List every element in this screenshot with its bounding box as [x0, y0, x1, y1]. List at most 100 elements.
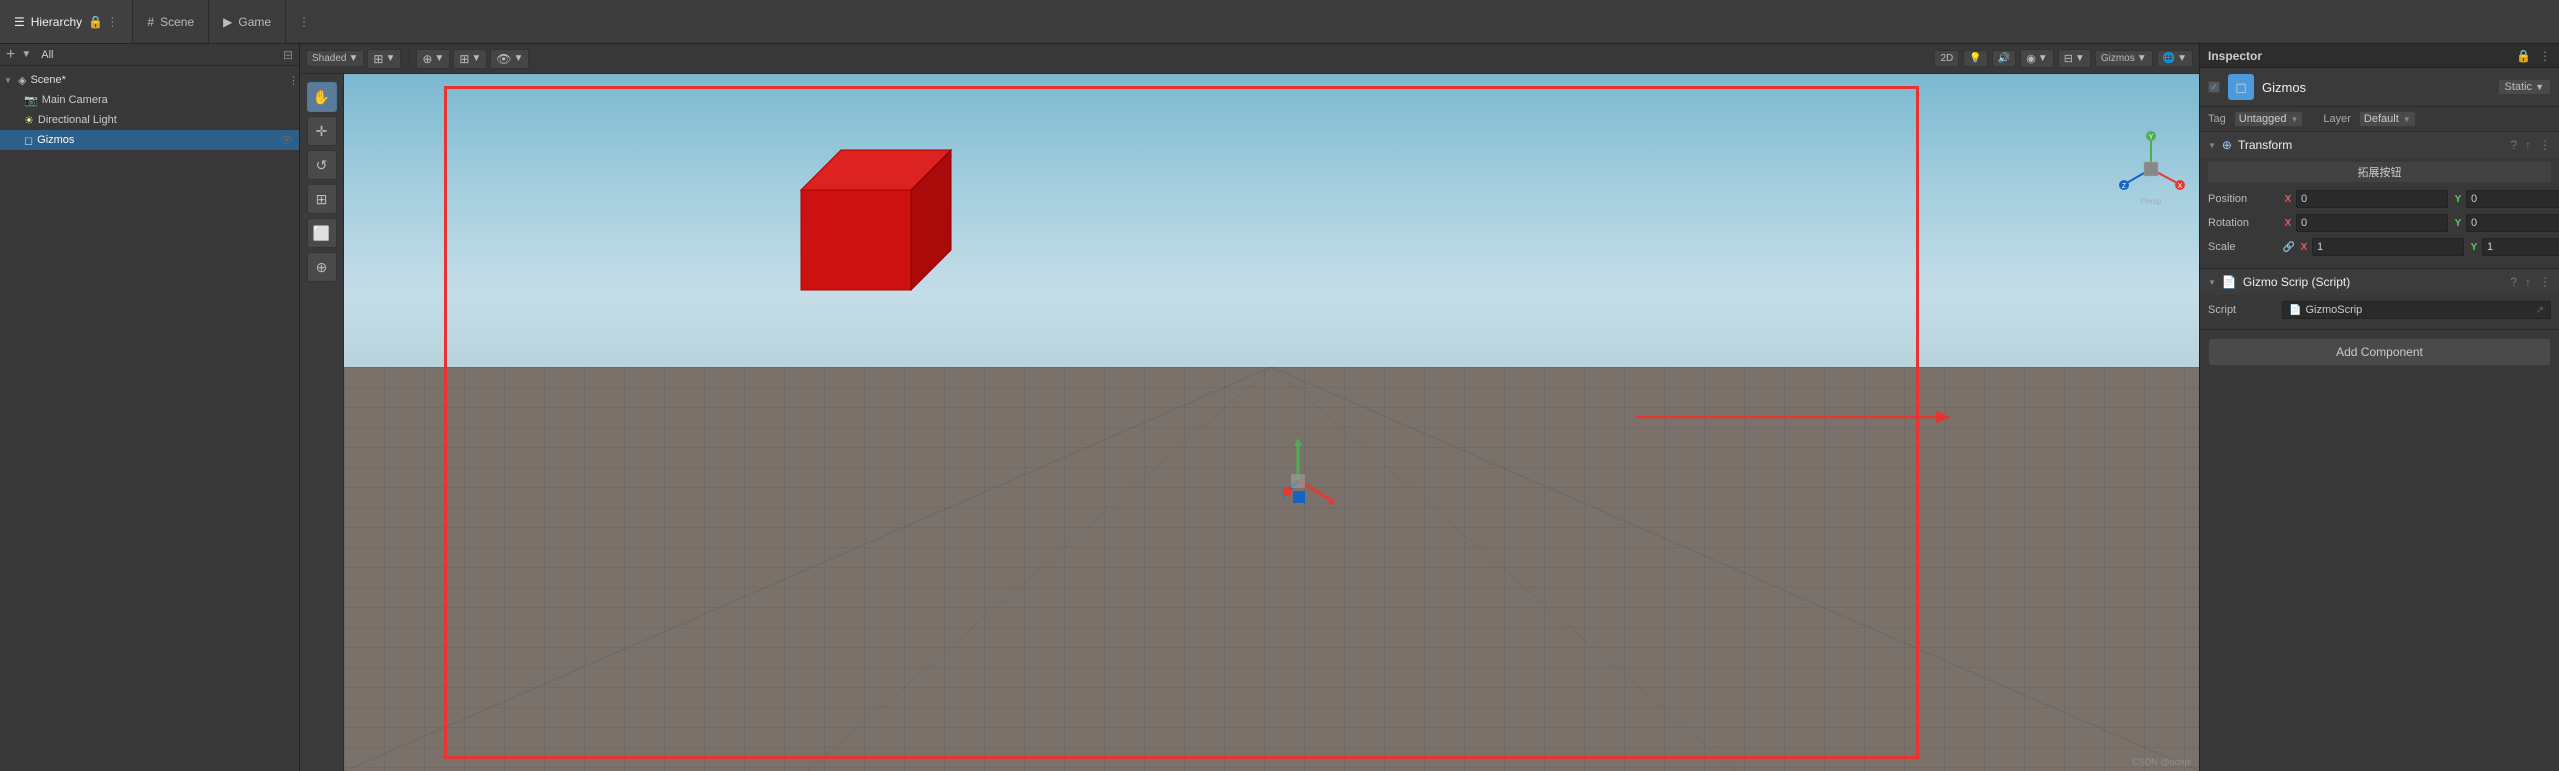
hierarchy-tab-label: Hierarchy: [31, 15, 82, 29]
tag-label: Tag: [2208, 113, 2226, 125]
vis-icon: 👁: [496, 52, 511, 66]
tag-layer-row: Tag Untagged ▼ Layer Default ▼: [2200, 107, 2559, 132]
scene-options[interactable]: ⋮: [288, 74, 299, 87]
scene-tab-icon: #: [147, 15, 154, 29]
script-link-icon[interactable]: ↗: [2536, 305, 2544, 316]
hierarchy-all-label: All: [37, 49, 57, 61]
static-dropdown[interactable]: Static ▼: [2498, 79, 2552, 95]
gizmos-label: Gizmos: [37, 134, 74, 146]
tab-scene[interactable]: # Scene: [133, 0, 209, 43]
transform-component: ▼ ⊕ Transform ? ↑ ⋮ 拓展按钮 Position X: [2200, 132, 2559, 269]
tab-game[interactable]: ▶ Game: [209, 0, 286, 43]
object-active-checkbox[interactable]: ✓: [2208, 81, 2220, 93]
scale-y-field: Y: [2468, 238, 2559, 256]
position-row: Position X Y Z: [2208, 188, 2551, 210]
tree-item-main-camera[interactable]: 📷 Main Camera: [0, 90, 299, 110]
rot-y-input[interactable]: [2466, 214, 2559, 232]
scene-dots-menu[interactable]: ⋮: [286, 15, 322, 29]
move-tool[interactable]: ✛: [307, 116, 337, 146]
effects-btn[interactable]: ◉ ▼: [2020, 49, 2054, 68]
inspector-title: Inspector: [2208, 49, 2262, 63]
tree-item-scene[interactable]: ▼ ◈ Scene* ⋮: [0, 70, 299, 90]
main-camera-label: Main Camera: [42, 94, 108, 106]
shaded-arrow: ▼: [348, 53, 358, 64]
gizmo-script-body: Script 📄 GizmoScrip ↗: [2200, 295, 2559, 329]
inspector-dots-menu[interactable]: ⋮: [2539, 49, 2551, 63]
scale-row: Scale 🔗 X Y Z: [2208, 236, 2551, 258]
rot-x-input[interactable]: [2296, 214, 2448, 232]
layer-dropdown[interactable]: Default ▼: [2359, 111, 2416, 127]
gizmo-help-icon[interactable]: ?: [2510, 275, 2517, 289]
rotate-tool[interactable]: ↺: [307, 150, 337, 180]
add-component-label: Add Component: [2336, 345, 2423, 359]
gizmo-script-title: Gizmo Scrip (Script): [2243, 275, 2504, 289]
scale-label: Scale: [2208, 241, 2278, 253]
shaded-dropdown[interactable]: Shaded ▼: [306, 50, 364, 67]
rect-tool[interactable]: ⬜: [307, 218, 337, 248]
tree-item-gizmos[interactable]: ◻ Gizmos 👁: [0, 130, 299, 150]
gizmos-toggle-arrow: ▼: [2137, 53, 2147, 64]
audio-icon: 🔊: [1998, 53, 2010, 64]
scene-options-dropdown[interactable]: ⊞ ▼: [367, 49, 401, 69]
add-component-button[interactable]: Add Component: [2208, 338, 2551, 366]
gizmos-toggle[interactable]: Gizmos ▼: [2095, 50, 2153, 67]
scene-content[interactable]: Y X Z Persp: [344, 74, 2199, 771]
main-layout: + ▼ All ⊟ ▼ ◈ Scene* ⋮ 📷 Main Camera ☀ D…: [0, 44, 2559, 771]
inspector-lock-icon[interactable]: 🔒: [2516, 49, 2531, 63]
grid-svg: [344, 367, 2199, 771]
tag-dropdown[interactable]: Untagged ▼: [2234, 111, 2304, 127]
transform-title: Transform: [2238, 138, 2504, 152]
tree-item-directional-light[interactable]: ☀ Directional Light: [0, 110, 299, 130]
scene-opt-arrow: ▼: [385, 53, 395, 64]
scale-tool[interactable]: ⊞: [307, 184, 337, 214]
visibility-icon[interactable]: 👁: [280, 135, 293, 146]
hand-tool[interactable]: ✋: [307, 82, 337, 112]
gizmo-up-icon[interactable]: ↑: [2525, 275, 2531, 289]
rot-y-field: Y: [2452, 214, 2559, 232]
rot-x-field: X: [2282, 214, 2448, 232]
orientation-gizmo: Y X Z Persp: [2111, 129, 2191, 209]
vis-arrow: ▼: [514, 53, 524, 64]
cube-svg: [771, 130, 971, 310]
gizmo-menu-icon[interactable]: ⋮: [2539, 275, 2551, 289]
script-value-field[interactable]: 📄 GizmoScrip ↗: [2282, 301, 2551, 319]
scale-y-input[interactable]: [2482, 238, 2559, 256]
add-hierarchy-btn[interactable]: +: [6, 46, 15, 64]
red-cube: [771, 130, 971, 313]
visibility-btn[interactable]: 👁 ▼: [490, 49, 529, 69]
scene-label: Scene*: [30, 74, 65, 86]
move-snap-btn[interactable]: ⊕ ▼: [416, 49, 450, 69]
gizmo-script-component: ▼ 📄 Gizmo Scrip (Script) ? ↑ ⋮ Script 📄 …: [2200, 269, 2559, 330]
object-name-field[interactable]: Gizmos: [2262, 80, 2490, 95]
transform-help-icon[interactable]: ?: [2510, 138, 2517, 152]
transform-tool[interactable]: ⊕: [307, 252, 337, 282]
shaded-label: Shaded: [312, 53, 346, 64]
scale-x-input[interactable]: [2312, 238, 2464, 256]
lighting-btn[interactable]: 💡: [1963, 50, 1987, 67]
audio-btn[interactable]: 🔊: [1992, 50, 2016, 67]
pos-y-letter: Y: [2452, 194, 2464, 205]
expand-section-label: 拓展按钮: [2208, 162, 2551, 182]
transform-up-icon[interactable]: ↑: [2525, 138, 2531, 152]
persp-btn[interactable]: 🌐 ▼: [2157, 50, 2193, 67]
hidden-arrow: ▼: [2075, 53, 2085, 64]
tab-hierarchy[interactable]: ☰ Hierarchy 🔒 ⋮: [0, 0, 133, 43]
gizmo-arrows: [1253, 436, 1343, 529]
pos-y-input[interactable]: [2466, 190, 2559, 208]
transform-header[interactable]: ▼ ⊕ Transform ? ↑ ⋮: [2200, 132, 2559, 158]
2d-btn[interactable]: 2D: [1934, 50, 1959, 67]
position-axis-group: X Y Z: [2282, 190, 2559, 208]
pos-x-input[interactable]: [2296, 190, 2448, 208]
tag-value: Untagged: [2239, 113, 2287, 125]
hidden-objects-btn[interactable]: ⊟ ▼: [2058, 49, 2091, 68]
hierarchy-expand-icon[interactable]: ⊟: [283, 48, 293, 62]
grid-btn[interactable]: ⊞ ▼: [453, 49, 487, 69]
svg-text:Y: Y: [2149, 134, 2154, 141]
scene-gizmo: Y X Z Persp: [2111, 129, 2191, 209]
gizmo-script-header-icons: ? ↑ ⋮: [2510, 275, 2551, 289]
gizmos-toggle-label: Gizmos: [2101, 53, 2135, 64]
transform-body: 拓展按钮 Position X Y Z: [2200, 158, 2559, 268]
svg-text:X: X: [2178, 183, 2183, 190]
transform-menu-icon[interactable]: ⋮: [2539, 138, 2551, 152]
gizmo-script-header[interactable]: ▼ 📄 Gizmo Scrip (Script) ? ↑ ⋮: [2200, 269, 2559, 295]
